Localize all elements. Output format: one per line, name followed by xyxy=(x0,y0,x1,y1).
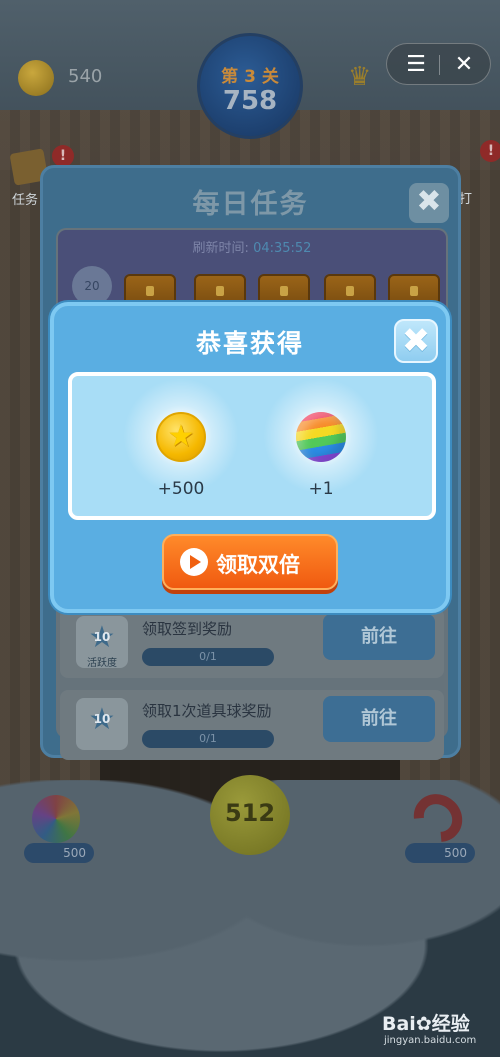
close-icon: ✖ xyxy=(401,321,431,361)
coin-value: 540 xyxy=(68,66,103,87)
watermark-url: jingyan.baidu.com xyxy=(384,1035,477,1046)
gold-star-coin-icon: ★ xyxy=(156,412,206,462)
refresh-timer: 刷新时间: 04:35:52 xyxy=(58,237,446,256)
coin-counter: 540 xyxy=(18,60,148,96)
center-ball: 512 xyxy=(210,775,290,855)
task-points-badge: ★ 10 活跃度 xyxy=(76,616,128,669)
task-name: 领取1次道具球奖励 xyxy=(142,702,272,720)
menu-icon[interactable]: ☰ xyxy=(401,50,431,80)
reward-item: ★ +500 xyxy=(116,376,246,512)
level-indicator: 第 3 关 758 xyxy=(197,33,303,139)
task-go-button[interactable]: 前往 xyxy=(323,696,435,742)
powerup-price-left: 500 xyxy=(24,843,94,863)
refresh-time: 04:35:52 xyxy=(253,241,312,256)
task-points: 10 xyxy=(93,630,111,644)
level-score: 758 xyxy=(222,86,278,116)
level-label: 第 3 关 xyxy=(221,67,279,87)
side-button-label: 任务 xyxy=(12,193,39,208)
reward-close-button[interactable]: ✖ xyxy=(394,319,438,363)
task-tag: 活跃度 xyxy=(87,658,117,669)
close-app-icon[interactable]: ✕ xyxy=(449,50,479,80)
reward-item: +1 xyxy=(256,376,386,512)
reward-amount: +500 xyxy=(157,479,205,499)
reward-amount: +1 xyxy=(308,479,334,499)
controls-divider xyxy=(439,55,440,75)
baidu-watermark: Bai✿经验 jingyan.baidu.com xyxy=(382,1005,492,1053)
alert-badge: ! xyxy=(52,145,74,167)
crown-icon: ♛ xyxy=(348,62,372,92)
task-progress: 0/1 xyxy=(142,648,274,666)
reward-items-box: ★ +500 +1 xyxy=(68,372,436,520)
baidu-logo: Bai✿经验 xyxy=(382,1013,470,1035)
task-points: 10 xyxy=(93,712,111,726)
activity-star-icon: 20 xyxy=(72,266,112,306)
task-progress: 0/1 xyxy=(142,730,274,748)
game-screen: 540 第 3 关 758 ♛ ☰ ✕ ! 任务 ! 打 512 500 500… xyxy=(0,0,500,1057)
alert-badge: ! xyxy=(480,140,500,162)
task-row: ★ 10 活跃度 领取签到奖励 0/1 前往 xyxy=(60,608,444,678)
play-video-icon xyxy=(180,548,208,576)
claim-double-button[interactable]: 领取双倍 xyxy=(162,534,338,590)
paw-icon: ✿ xyxy=(415,1013,432,1035)
daily-close-button[interactable]: ✖ xyxy=(409,183,449,223)
task-name: 领取签到奖励 xyxy=(142,620,233,638)
task-points-badge: ★ 10 xyxy=(76,698,128,750)
rainbow-ball-powerup-icon[interactable] xyxy=(32,795,80,843)
mini-program-controls: ☰ ✕ xyxy=(386,43,491,85)
powerup-price-right: 500 xyxy=(405,843,475,863)
side-button-right[interactable]: ! 打 xyxy=(455,140,500,207)
refresh-label: 刷新时间: xyxy=(192,241,249,256)
rainbow-ball-icon xyxy=(296,412,346,462)
center-ball-value: 512 xyxy=(224,799,276,827)
reward-dialog: 恭喜获得 ✖ ★ +500 +1 领取双倍 xyxy=(50,302,450,613)
claim-double-label: 领取双倍 xyxy=(216,553,300,577)
daily-tasks-title: 每日任务 xyxy=(192,189,309,220)
task-go-button[interactable]: 前往 xyxy=(323,614,435,660)
reward-title: 恭喜获得 xyxy=(195,329,304,358)
coin-icon xyxy=(18,60,54,96)
task-row: ★ 10 领取1次道具球奖励 0/1 前往 xyxy=(60,690,444,760)
